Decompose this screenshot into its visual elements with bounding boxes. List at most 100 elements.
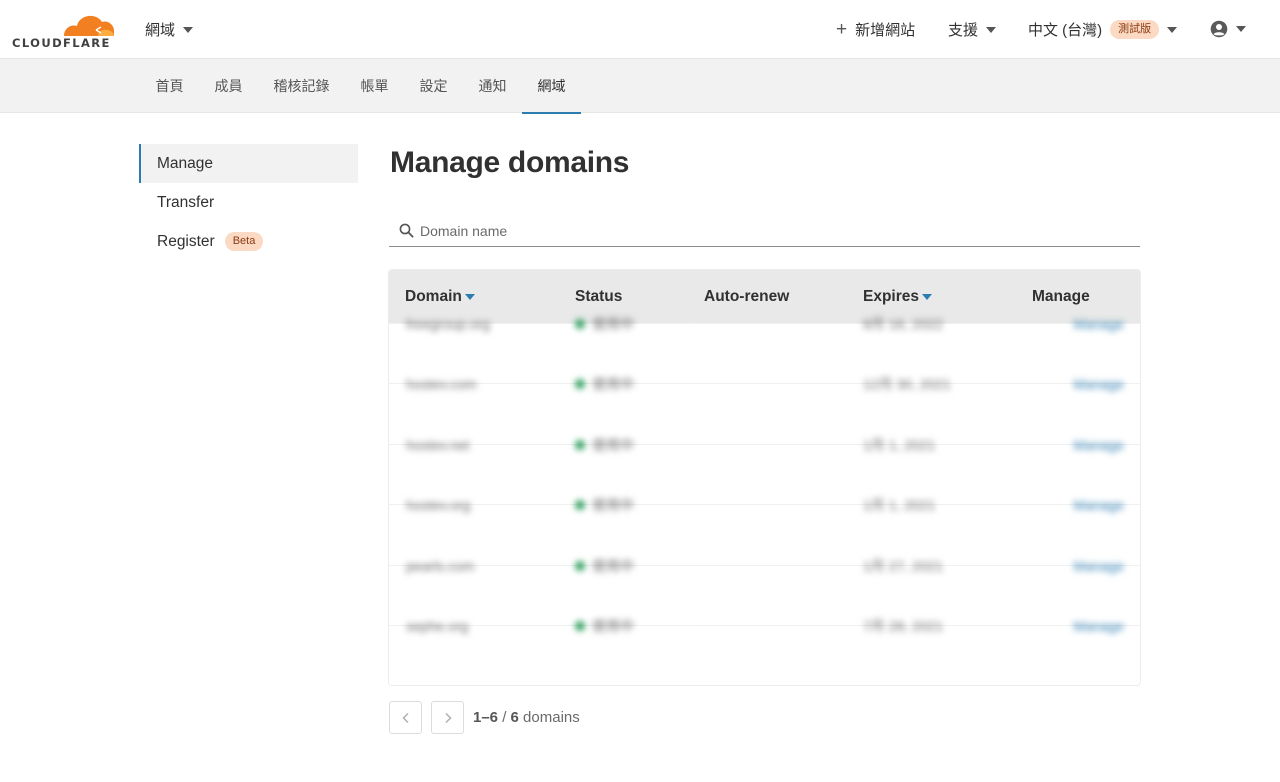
tab-domains[interactable]: 網域 [522, 59, 581, 114]
domains-table: Domain Status Auto-renew Expires Manage … [389, 270, 1140, 686]
manage-link[interactable]: Manage [1073, 497, 1124, 513]
chevron-down-icon [1167, 26, 1178, 33]
sidebar-item-register[interactable]: Register Beta [139, 222, 358, 261]
top-header: CLOUDFLARE 網域 + 新增網站 支援 中文 (台灣) 測試版 [0, 0, 1280, 59]
add-site-label: 新增網站 [855, 22, 916, 39]
column-header-domain[interactable]: Domain [405, 288, 475, 306]
search-icon [399, 223, 414, 238]
expires-date: 1月 1, 2021 [863, 497, 936, 514]
status-text: 使用中 [592, 316, 634, 332]
status-text: 使用中 [592, 497, 634, 514]
search-input[interactable] [420, 222, 1100, 239]
table-row: pearls.com 使用中 1月 27, 2021 Manage [389, 558, 1140, 625]
table-body: freegroup.org 使用中 8月 16, 2022 Manage hos… [389, 316, 1140, 686]
status-dot-icon [575, 379, 585, 390]
sidebar-item-label: Manage [157, 154, 214, 172]
sidebar-item-manage[interactable]: Manage [139, 144, 358, 183]
table-row: hostev.org 使用中 1月 1, 2021 Manage [389, 497, 1140, 565]
add-site-button[interactable]: + 新增網站 [836, 19, 915, 40]
status-text: 使用中 [592, 617, 634, 634]
status-dot-icon [575, 500, 585, 511]
user-circle-icon [1210, 20, 1228, 38]
status-dot-icon [575, 560, 585, 571]
table-row: hostev.com 使用中 12月 30, 2021 Manage [389, 376, 1140, 444]
pagination-summary: 1–6 / 6 domains [473, 709, 580, 726]
manage-link[interactable]: Manage [1073, 437, 1124, 453]
tab-audit-log[interactable]: 稽核記錄 [258, 59, 345, 113]
column-header-status: Status [575, 288, 622, 306]
page-title: Manage domains [390, 146, 630, 179]
user-menu[interactable] [1210, 20, 1246, 38]
status-dot-icon [575, 620, 585, 631]
cloudflare-cloud-icon [64, 15, 115, 36]
previous-page-button[interactable] [389, 701, 422, 734]
manage-link[interactable]: Manage [1073, 316, 1124, 332]
tab-billing[interactable]: 帳單 [345, 59, 404, 113]
manage-link[interactable]: Manage [1073, 618, 1124, 634]
chevron-right-icon [444, 712, 452, 723]
domain-name: pearls.com [406, 557, 475, 574]
status-dot-icon [575, 439, 585, 450]
expires-date: 8月 16, 2022 [863, 316, 944, 332]
domains-sidebar: Manage Transfer Register Beta [139, 144, 358, 261]
status-text: 使用中 [592, 376, 634, 393]
domain-name: sephe.org [406, 617, 469, 634]
column-header-auto-renew: Auto-renew [704, 288, 789, 306]
total-count: 6 [510, 709, 519, 726]
subnav-tabs: 首頁 成員 稽核記錄 帳單 設定 通知 網域 [140, 59, 581, 114]
manage-link[interactable]: Manage [1073, 376, 1124, 392]
status-dot-icon [575, 319, 585, 329]
sort-down-icon [464, 293, 475, 300]
column-header-expires[interactable]: Expires [863, 287, 933, 306]
status-cell: 使用中 [575, 435, 634, 455]
table-row: sephe.org 使用中 7月 28, 2021 Manage [389, 618, 1140, 686]
account-label: 網域 [145, 22, 176, 39]
manage-link[interactable]: Manage [1073, 558, 1124, 574]
pagination: 1–6 / 6 domains [389, 701, 580, 734]
status-cell: 使用中 [575, 314, 634, 334]
next-page-button[interactable] [431, 701, 464, 734]
language-beta-badge: 測試版 [1110, 20, 1160, 39]
column-header-label: Auto-renew [704, 287, 790, 305]
column-header-label: Manage [1032, 287, 1090, 305]
status-cell: 使用中 [575, 556, 634, 576]
status-text: 使用中 [592, 557, 634, 574]
page-separator: / [498, 709, 511, 726]
language-label: 中文 (台灣) [1028, 22, 1103, 39]
tab-notifications[interactable]: 通知 [463, 59, 522, 113]
tab-home[interactable]: 首頁 [140, 59, 199, 113]
cloudflare-logo[interactable]: CLOUDFLARE [12, 9, 116, 50]
chevron-down-icon [183, 26, 194, 33]
domain-name: hostev.org [406, 497, 471, 514]
beta-badge: Beta [224, 232, 264, 251]
domain-name: freegroup.org [406, 316, 491, 332]
account-subnav: 首頁 成員 稽核記錄 帳單 設定 通知 網域 [0, 59, 1280, 114]
chevron-down-icon [986, 26, 997, 33]
table-row: freegroup.org 使用中 8月 16, 2022 Manage [389, 316, 1140, 384]
account-selector[interactable]: 網域 [145, 19, 194, 40]
expires-date: 7月 28, 2021 [863, 617, 944, 634]
status-text: 使用中 [592, 436, 634, 453]
expires-date: 12月 30, 2021 [863, 376, 951, 393]
logo-wordmark: CLOUDFLARE [12, 36, 111, 50]
page-range: 1–6 [473, 709, 499, 726]
column-header-manage: Manage [1032, 288, 1090, 306]
count-unit: domains [518, 709, 580, 726]
domain-name: hostev.net [406, 436, 470, 453]
support-menu[interactable]: 支援 [948, 19, 997, 40]
status-cell: 使用中 [575, 495, 634, 515]
tab-settings[interactable]: 設定 [404, 59, 463, 113]
status-cell: 使用中 [575, 616, 634, 636]
language-menu[interactable]: 中文 (台灣) 測試版 [1028, 19, 1178, 40]
tab-members[interactable]: 成員 [199, 59, 258, 113]
column-header-label: Status [575, 287, 623, 305]
column-header-label: Expires [863, 287, 920, 305]
chevron-left-icon [401, 712, 409, 723]
sort-down-icon [922, 293, 933, 300]
chevron-down-icon [1236, 26, 1246, 32]
sidebar-item-transfer[interactable]: Transfer [139, 183, 358, 222]
status-cell: 使用中 [575, 374, 634, 394]
plus-icon: + [836, 19, 848, 40]
expires-date: 1月 1, 2021 [863, 436, 936, 453]
sidebar-item-label: Register [157, 232, 215, 250]
